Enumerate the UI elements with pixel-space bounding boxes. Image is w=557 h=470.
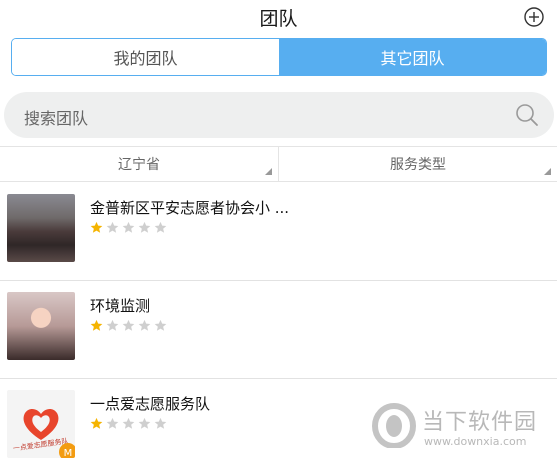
watermark-brand: 当下软件园 bbox=[422, 410, 538, 435]
star-empty-icon bbox=[138, 319, 151, 331]
star-empty-icon bbox=[154, 221, 167, 233]
team-avatar: 一点爱志愿服务队 M bbox=[7, 390, 75, 458]
search-input[interactable]: 搜索团队 bbox=[24, 105, 88, 129]
heart-logo-icon: 一点爱志愿服务队 M bbox=[12, 408, 75, 458]
tab-my-teams[interactable]: 我的团队 bbox=[12, 39, 279, 75]
svg-text:M: M bbox=[64, 448, 73, 458]
dropdown-corner-icon bbox=[544, 168, 551, 175]
star-filled-icon bbox=[90, 417, 103, 429]
filter-bar: 辽宁省 服务类型 bbox=[0, 146, 557, 182]
team-rating bbox=[90, 221, 167, 234]
star-filled-icon bbox=[90, 221, 103, 233]
team-list-item[interactable]: 金普新区平安志愿者协会小 ... bbox=[0, 183, 557, 281]
star-empty-icon bbox=[106, 221, 119, 233]
star-empty-icon bbox=[106, 319, 119, 331]
service-type-filter-label: 服务类型 bbox=[390, 157, 446, 173]
star-empty-icon bbox=[122, 319, 135, 331]
team-name: 金普新区平安志愿者协会小 ... bbox=[90, 199, 290, 217]
team-name: 一点爱志愿服务队 bbox=[90, 395, 211, 413]
province-filter[interactable]: 辽宁省 bbox=[0, 147, 278, 181]
team-avatar bbox=[7, 292, 75, 360]
star-empty-icon bbox=[154, 319, 167, 331]
star-empty-icon bbox=[138, 417, 151, 429]
search-icon[interactable] bbox=[514, 102, 540, 128]
province-filter-label: 辽宁省 bbox=[118, 157, 160, 173]
star-empty-icon bbox=[138, 221, 151, 233]
search-bar[interactable]: 搜索团队 bbox=[4, 92, 554, 138]
star-empty-icon bbox=[122, 417, 135, 429]
page-title: 团队 bbox=[259, 8, 298, 30]
watermark-url: www.downxia.com bbox=[424, 435, 527, 448]
watermark-logo-icon bbox=[372, 403, 416, 448]
watermark: 当下软件园 www.downxia.com bbox=[372, 402, 552, 456]
header: 团队 bbox=[0, 0, 557, 36]
team-name: 环境监测 bbox=[90, 297, 151, 315]
star-empty-icon bbox=[122, 221, 135, 233]
team-list-item[interactable]: 环境监测 bbox=[0, 281, 557, 379]
team-rating bbox=[90, 417, 167, 430]
team-tabs: 我的团队 其它团队 bbox=[11, 38, 547, 76]
star-empty-icon bbox=[154, 417, 167, 429]
star-filled-icon bbox=[90, 319, 103, 331]
team-rating bbox=[90, 319, 167, 332]
service-type-filter[interactable]: 服务类型 bbox=[278, 147, 557, 181]
star-empty-icon bbox=[106, 417, 119, 429]
plus-circle-icon[interactable] bbox=[523, 6, 545, 28]
dropdown-corner-icon bbox=[265, 168, 272, 175]
tab-other-teams[interactable]: 其它团队 bbox=[279, 39, 546, 75]
team-avatar bbox=[7, 194, 75, 262]
